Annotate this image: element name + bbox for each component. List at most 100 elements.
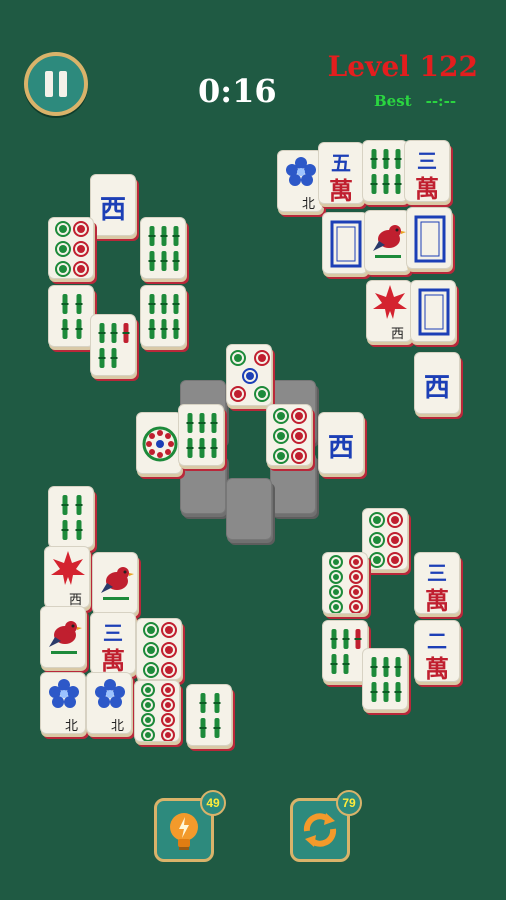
tile-circle-8-1[interactable] xyxy=(134,680,183,747)
tile-face xyxy=(140,285,186,347)
tile-maple-west-2[interactable]: 西 xyxy=(44,546,93,613)
pause-button[interactable] xyxy=(24,52,88,116)
bamboo-icon xyxy=(49,286,93,346)
best-label: Best xyxy=(374,92,412,110)
tile-face xyxy=(406,207,452,269)
tile-3-wan-1[interactable]: 三萬 xyxy=(404,140,453,207)
tile-face xyxy=(362,648,408,710)
tile-bird-1[interactable] xyxy=(364,210,413,277)
bamboo-icon xyxy=(179,405,223,465)
tile-bamboo-4-2[interactable] xyxy=(48,486,97,553)
tile-wheel[interactable] xyxy=(136,412,185,479)
tile-face xyxy=(410,280,456,342)
tile-circle-6-2[interactable] xyxy=(136,618,185,685)
tile-bird-2[interactable] xyxy=(92,552,141,619)
tile-face: 二萬 xyxy=(414,620,460,682)
tile-face: 西 xyxy=(414,352,460,414)
tile-glyph-bottom: 萬 xyxy=(329,176,353,204)
tile-face xyxy=(322,552,368,614)
tile-bamboo-6-2[interactable] xyxy=(140,285,189,352)
tile-face: 北 xyxy=(86,672,132,734)
tile-circle-5-center[interactable] xyxy=(226,344,275,411)
tile-face xyxy=(266,404,312,466)
tile-3-wan-3[interactable]: 三萬 xyxy=(414,552,463,619)
tile-face: 三萬 xyxy=(404,140,450,202)
tile-face: 西 xyxy=(366,280,412,342)
tile-west-3[interactable]: 西 xyxy=(318,412,367,479)
pause-icon xyxy=(45,71,53,97)
tile-bamboo-6-1[interactable] xyxy=(140,217,189,284)
tile-bamboo-6-center[interactable] xyxy=(178,404,227,471)
tile-glyph-bottom: 萬 xyxy=(101,646,125,674)
timer: 0:16 xyxy=(198,72,277,110)
circles-icon xyxy=(267,405,311,465)
bird-icon xyxy=(365,211,409,271)
circles-icon xyxy=(323,553,367,613)
tile-face xyxy=(186,684,232,746)
tile-bamboo-5-1[interactable] xyxy=(90,314,139,381)
tile-white-dragon-2[interactable] xyxy=(406,207,455,274)
tile-face: 北 xyxy=(40,672,86,734)
bamboo-icon xyxy=(141,218,185,278)
tile-5-wan[interactable]: 五萬 xyxy=(318,142,367,209)
level-label: Level 122 xyxy=(327,50,478,83)
tile-2-wan[interactable]: 二萬 xyxy=(414,620,463,687)
tile-face: 西 xyxy=(44,546,90,608)
tile-face xyxy=(92,552,138,614)
tile-flower-north-1[interactable]: 北 xyxy=(277,150,326,217)
tile-glyph-bottom: 萬 xyxy=(415,174,439,202)
tile-face: 北 xyxy=(277,150,323,212)
tile-glyph-bottom: 萬 xyxy=(425,586,449,614)
tile-3-wan-2[interactable]: 三萬 xyxy=(90,612,139,679)
tile-face xyxy=(136,412,182,474)
tile-face xyxy=(362,140,408,202)
tile-glyph-sub: 北 xyxy=(64,719,78,734)
tile-glyph-sub: 西 xyxy=(390,327,404,342)
white-dragon-icon xyxy=(411,281,455,341)
plum-flower-icon xyxy=(278,151,322,199)
bamboo-icon xyxy=(141,286,185,346)
tile-face xyxy=(134,680,180,742)
tile-flower-north-2[interactable]: 北 xyxy=(40,672,89,739)
circles-icon xyxy=(137,619,181,679)
tile-white-dragon-1[interactable] xyxy=(322,212,371,279)
bamboo-icon xyxy=(323,621,367,681)
best-value: --:-- xyxy=(425,92,457,110)
tile-west-2[interactable]: 西 xyxy=(414,352,463,419)
tile-circle-6-center[interactable] xyxy=(266,404,315,471)
tile-lower-layer xyxy=(226,478,275,545)
tile-bird-3[interactable] xyxy=(40,606,89,673)
tile-face xyxy=(322,212,368,274)
tile-bamboo-4-1[interactable] xyxy=(48,285,97,352)
tile-face xyxy=(364,210,410,272)
circles-icon xyxy=(227,345,271,405)
bamboo-icon xyxy=(49,487,93,547)
tile-maple-west-1[interactable]: 西 xyxy=(366,280,415,347)
tile-face xyxy=(90,314,136,376)
tile-face: 西 xyxy=(318,412,364,474)
tile-face xyxy=(140,217,186,279)
white-dragon-icon xyxy=(323,213,367,273)
tile-white-dragon-3[interactable] xyxy=(410,280,459,347)
tile-bamboo-4-3[interactable] xyxy=(186,684,235,751)
tile-face: 三萬 xyxy=(90,612,136,674)
tile-bamboo-6-3[interactable] xyxy=(362,140,411,207)
circles-icon xyxy=(49,218,93,278)
maple-leaf-icon xyxy=(45,547,89,595)
tile-face xyxy=(178,404,224,466)
plum-flower-icon xyxy=(87,673,131,721)
tile-flower-north-3[interactable]: 北 xyxy=(86,672,135,739)
tile-bamboo-6-4[interactable] xyxy=(362,648,411,715)
tile-glyph-sub: 北 xyxy=(301,197,315,212)
circles-icon xyxy=(135,681,179,741)
bird-icon xyxy=(41,607,85,667)
wheel-icon xyxy=(137,413,181,473)
tile-face: 五萬 xyxy=(318,142,364,204)
tile-circle-6-1[interactable] xyxy=(48,217,97,284)
tile-glyph: 西 xyxy=(327,433,354,463)
plum-flower-icon xyxy=(41,673,85,721)
pause-icon-bar xyxy=(59,71,67,97)
tile-face xyxy=(226,344,272,406)
tile-circle-8-2[interactable] xyxy=(322,552,371,619)
shuffle-count-badge: 79 xyxy=(336,790,362,816)
